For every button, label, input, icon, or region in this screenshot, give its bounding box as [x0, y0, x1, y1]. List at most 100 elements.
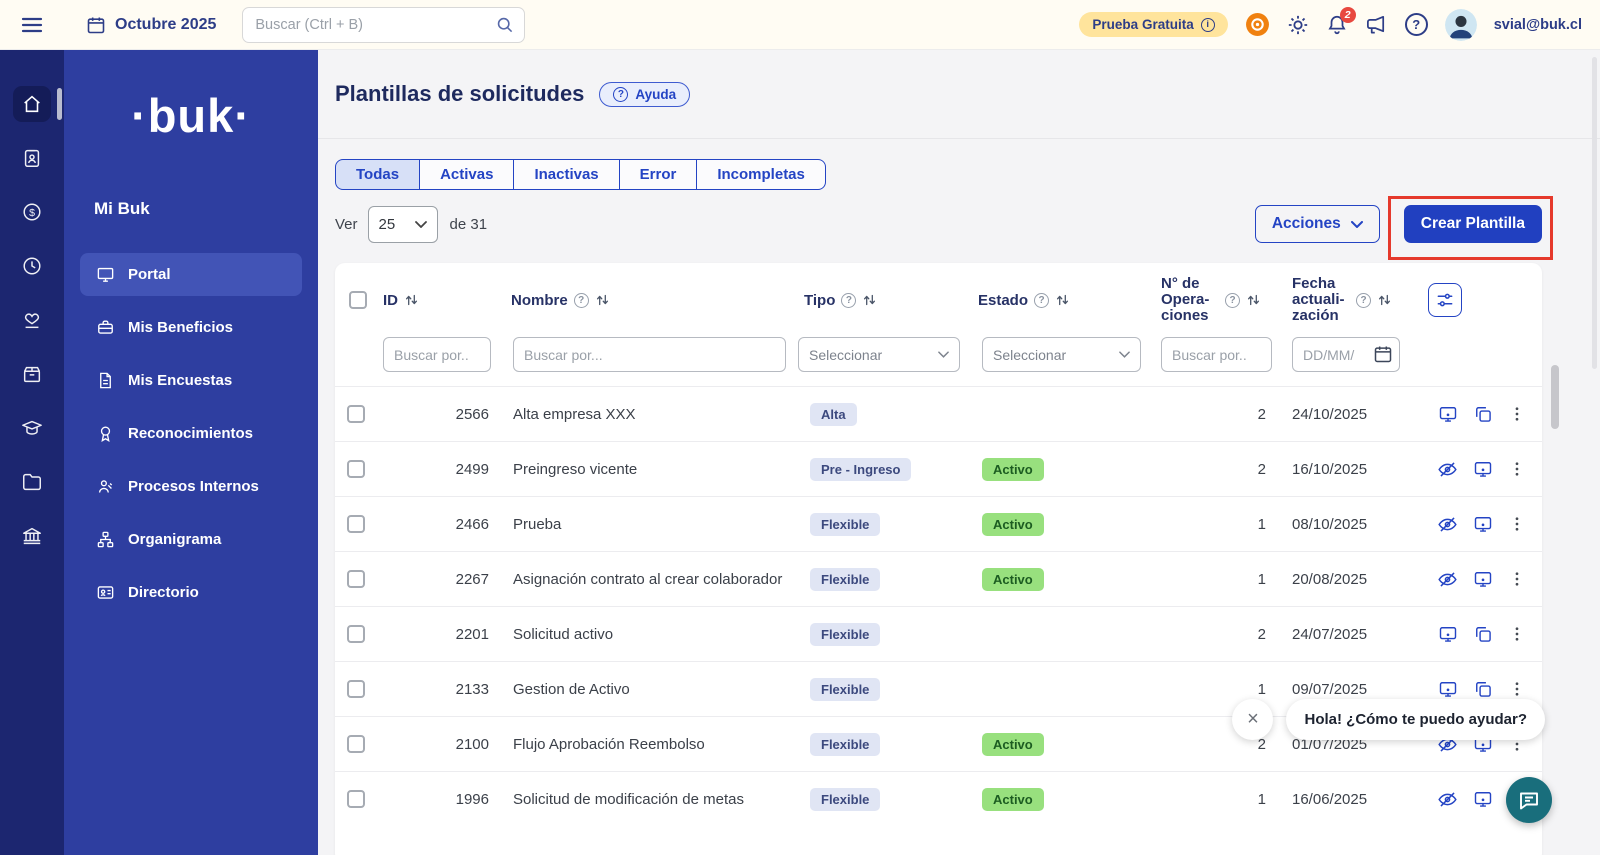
chat-launcher-button[interactable]: [1506, 777, 1552, 823]
select-all-checkbox[interactable]: [349, 291, 367, 309]
sort-icon[interactable]: [1246, 293, 1261, 307]
filter-operaciones-input[interactable]: [1161, 337, 1272, 372]
search-input[interactable]: [255, 17, 495, 33]
monitor-icon[interactable]: [1473, 459, 1493, 479]
sort-icon[interactable]: [862, 293, 877, 307]
rail-documents[interactable]: [13, 140, 51, 176]
ayuda-button[interactable]: Ayuda: [599, 82, 690, 107]
rail-talento[interactable]: [13, 302, 51, 338]
hamburger-menu-icon[interactable]: [20, 13, 44, 37]
date-selector[interactable]: Octubre 2025: [86, 15, 216, 35]
kebab-menu-icon[interactable]: [1508, 515, 1526, 533]
monitor-icon[interactable]: [1438, 624, 1458, 644]
trial-button[interactable]: Prueba Gratuita: [1079, 12, 1227, 37]
buk-points-icon[interactable]: [1245, 12, 1270, 37]
row-checkbox[interactable]: [347, 680, 365, 698]
rail-archivos[interactable]: [13, 464, 51, 500]
monitor-icon[interactable]: [1473, 789, 1493, 809]
monitor-icon[interactable]: [1438, 679, 1458, 699]
sidebar-item-portal[interactable]: Portal: [80, 253, 302, 296]
bell-icon[interactable]: 2: [1326, 14, 1348, 36]
row-checkbox[interactable]: [347, 515, 365, 533]
monitor-icon[interactable]: [1473, 514, 1493, 534]
eye-off-icon[interactable]: [1437, 514, 1458, 535]
column-help-icon[interactable]: [1225, 293, 1240, 308]
table-row[interactable]: 2267 Asignación contrato al crear colabo…: [335, 551, 1542, 606]
rail-desarrollo[interactable]: [13, 410, 51, 446]
filter-estado-select[interactable]: Seleccionar: [982, 337, 1141, 372]
table-row[interactable]: 2499 Preingreso vicente Pre - Ingreso Ac…: [335, 441, 1542, 496]
eye-off-icon[interactable]: [1437, 569, 1458, 590]
row-checkbox[interactable]: [347, 625, 365, 643]
row-checkbox[interactable]: [347, 790, 365, 808]
row-checkbox[interactable]: [347, 735, 365, 753]
column-header-fecha[interactable]: Fecha actuali­zación: [1272, 276, 1412, 324]
column-header-id[interactable]: ID: [383, 292, 501, 309]
column-help-icon[interactable]: [574, 293, 589, 308]
sidebar-item-directorio[interactable]: Directorio: [80, 571, 302, 614]
column-header-estado[interactable]: Estado: [968, 292, 1155, 309]
sidebar-item-reconocimientos[interactable]: Reconocimientos: [80, 412, 302, 455]
calendar-icon[interactable]: [1373, 344, 1393, 364]
chat-close-button[interactable]: [1232, 699, 1273, 740]
megaphone-icon[interactable]: [1365, 13, 1388, 36]
sidebar-item-mis-beneficios[interactable]: Mis Beneficios: [80, 306, 302, 349]
table-scrollbar-thumb[interactable]: [1551, 365, 1559, 429]
sidebar-item-organigrama[interactable]: Organigrama: [80, 518, 302, 561]
kebab-menu-icon[interactable]: [1508, 460, 1526, 478]
row-checkbox[interactable]: [347, 460, 365, 478]
eye-off-icon[interactable]: [1437, 789, 1458, 810]
sidebar-item-mis-encuestas[interactable]: Mis Encuestas: [80, 359, 302, 402]
duplicate-icon[interactable]: [1473, 679, 1493, 699]
column-header-tipo[interactable]: Tipo: [798, 292, 968, 309]
table-row[interactable]: 1996 Solicitud de modificación de metas …: [335, 771, 1542, 826]
eye-off-icon[interactable]: [1437, 459, 1458, 480]
column-header-operaciones[interactable]: N° de Opera­ciones: [1155, 276, 1272, 324]
filter-tipo-select[interactable]: Seleccionar: [798, 337, 960, 372]
column-help-icon[interactable]: [1356, 293, 1371, 308]
sort-icon[interactable]: [1055, 293, 1070, 307]
tab-incompletas[interactable]: Incompletas: [696, 159, 826, 190]
tab-activas[interactable]: Activas: [419, 159, 514, 190]
column-help-icon[interactable]: [1034, 293, 1049, 308]
kebab-menu-icon[interactable]: [1508, 680, 1526, 698]
sort-icon[interactable]: [595, 293, 610, 307]
page-size-select[interactable]: 25: [368, 206, 438, 243]
column-settings-button[interactable]: [1428, 283, 1462, 317]
sidebar-item-procesos-internos[interactable]: Procesos Internos: [80, 465, 302, 508]
tab-inactivas[interactable]: Inactivas: [513, 159, 619, 190]
column-help-icon[interactable]: [841, 293, 856, 308]
rail-beneficios[interactable]: [13, 356, 51, 392]
sort-icon[interactable]: [1377, 293, 1392, 307]
table-row[interactable]: 2466 Prueba Flexible Activo 1 08/10/2025: [335, 496, 1542, 551]
monitor-icon[interactable]: [1438, 404, 1458, 424]
row-checkbox[interactable]: [347, 570, 365, 588]
rail-remuneraciones[interactable]: $: [13, 194, 51, 230]
duplicate-icon[interactable]: [1473, 404, 1493, 424]
rail-empresa[interactable]: [13, 518, 51, 554]
rail-asistencia[interactable]: [13, 248, 51, 284]
filter-id-input[interactable]: [383, 337, 491, 372]
search-icon[interactable]: [495, 15, 514, 34]
kebab-menu-icon[interactable]: [1508, 570, 1526, 588]
chat-greeting-bubble[interactable]: Hola! ¿Cómo te puedo ayudar?: [1286, 699, 1545, 740]
help-icon[interactable]: [1405, 13, 1428, 36]
gear-icon[interactable]: [1287, 14, 1309, 36]
column-header-nombre[interactable]: Nombre: [501, 292, 798, 309]
duplicate-icon[interactable]: [1473, 624, 1493, 644]
rail-home[interactable]: [13, 86, 51, 122]
avatar[interactable]: [1445, 9, 1477, 41]
table-row[interactable]: 2566 Alta empresa XXX Alta 2 24/10/2025: [335, 386, 1542, 441]
table-row[interactable]: 2201 Solicitud activo Flexible 2 24/07/2…: [335, 606, 1542, 661]
kebab-menu-icon[interactable]: [1508, 405, 1526, 423]
sort-icon[interactable]: [404, 293, 419, 307]
row-checkbox[interactable]: [347, 405, 365, 423]
user-email[interactable]: svial@buk.cl: [1494, 17, 1582, 33]
tab-todas[interactable]: Todas: [335, 159, 420, 190]
acciones-button[interactable]: Acciones: [1255, 205, 1380, 243]
crear-plantilla-button[interactable]: Crear Plantilla: [1404, 205, 1542, 243]
filter-nombre-input[interactable]: [513, 337, 786, 372]
page-scrollbar[interactable]: [1592, 57, 1597, 369]
tab-error[interactable]: Error: [619, 159, 698, 190]
global-search[interactable]: [242, 7, 525, 43]
